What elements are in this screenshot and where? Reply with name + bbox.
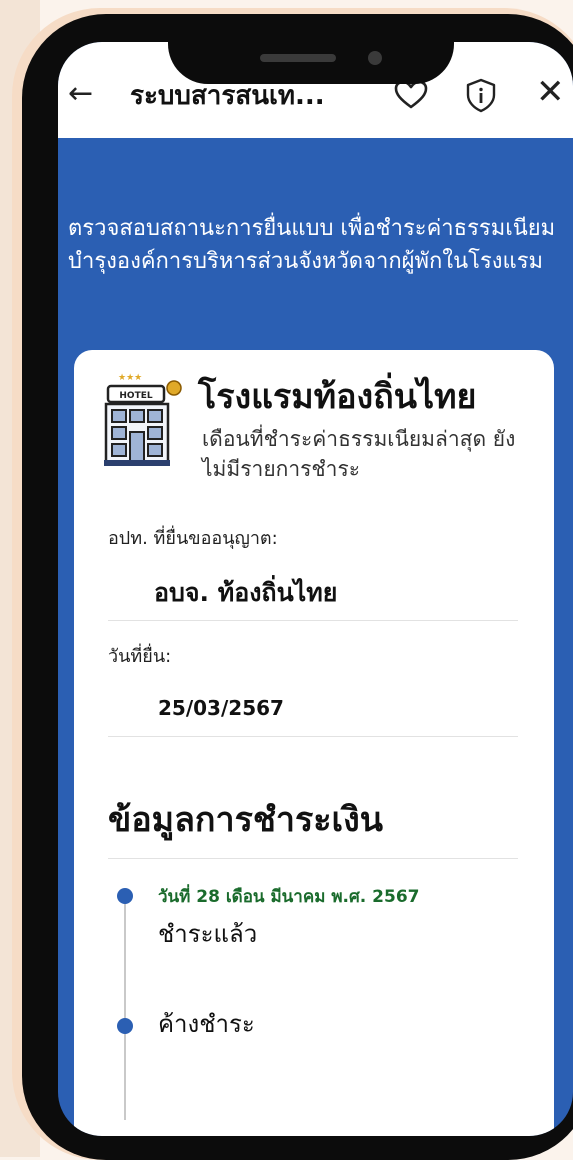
date-value: 25/03/2567 (158, 696, 284, 720)
authority-value: อบจ. ท้องถิ่นไทย (154, 578, 338, 607)
divider (108, 858, 518, 859)
hotel-subtitle: เดือนที่ชำระค่าธรรมเนียมล่าสุด ยังไม่มีร… (202, 427, 516, 481)
divider (108, 736, 518, 737)
timeline-status: ค้างชำระ (158, 1010, 255, 1038)
hotel-icon: ★★★ HOTEL (104, 373, 182, 466)
payment-section-title: ข้อมูลการชำระเงิน (108, 800, 384, 840)
shield-info-icon[interactable] (462, 76, 500, 114)
timeline-dot (117, 888, 133, 904)
close-icon[interactable]: ✕ (536, 72, 565, 112)
camera (368, 51, 382, 65)
divider (108, 620, 518, 621)
timeline-status: ชำระแล้ว (158, 920, 258, 948)
timeline-line (124, 890, 126, 1120)
timeline-date: วันที่ 28 เดือน มีนาคม พ.ศ. 2567 (158, 887, 420, 907)
authority-label: อปท. ที่ยื่นขออนุญาต: (108, 528, 278, 549)
status-card: ★★★ HOTEL โรงแรมท้องถิ่นไทย เดือนที่ชำระ… (74, 350, 554, 1136)
svg-text:★★★: ★★★ (118, 373, 142, 383)
hotel-logo-text: HOTEL (119, 391, 152, 401)
date-label: วันที่ยื่น: (108, 646, 172, 667)
phone-notch (168, 14, 454, 84)
speaker (260, 54, 336, 62)
hotel-name: โรงแรมท้องถิ่นไทย (198, 377, 477, 417)
timeline-dot (117, 1018, 133, 1034)
phone-screen: ← ระบบสารสนเท... ✕ ตรวจสอบสถานะการยื่นแบ… (58, 42, 573, 1136)
arrow-left-icon[interactable]: ← (68, 74, 93, 114)
intro-text: ตรวจสอบสถานะการยื่นแบบ เพื่อชำระค่าธรรมเ… (68, 216, 556, 274)
